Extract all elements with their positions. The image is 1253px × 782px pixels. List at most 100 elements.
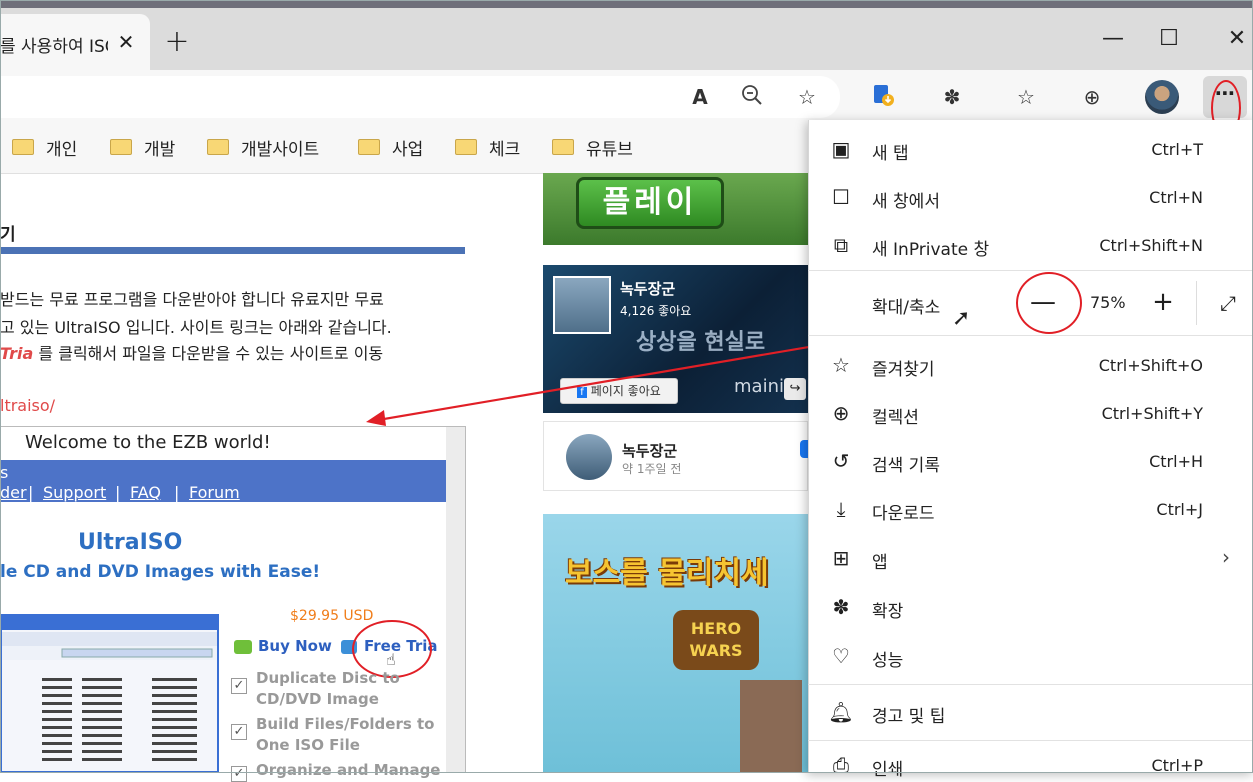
- product-tagline: le CD and DVD Images with Ease!: [0, 562, 321, 582]
- zoom-divider: [1196, 281, 1197, 325]
- fullscreen-button[interactable]: ⤢: [1213, 288, 1243, 318]
- annotation-circle-zoom: [1016, 272, 1082, 334]
- bookmark-folder[interactable]: 사업: [358, 134, 423, 160]
- site-nav-faq[interactable]: FAQ: [130, 483, 161, 502]
- profile-avatar[interactable]: [1145, 80, 1179, 114]
- menu-divider: [808, 740, 1253, 741]
- menu-shortcut: Ctrl+Shift+Y: [1101, 404, 1203, 423]
- buy-now-link[interactable]: Buy Now: [258, 637, 332, 655]
- inprivate-icon: ⧉: [833, 233, 849, 257]
- menu-label: 즐겨찾기: [872, 360, 935, 380]
- extensions-icon: ✽: [832, 595, 850, 619]
- bookmark-folder[interactable]: 체크: [455, 134, 520, 160]
- page-likes: 4,126 좋아요: [620, 304, 692, 318]
- app-screenshot: [0, 614, 219, 773]
- embedded-scrollbar: [446, 427, 465, 773]
- minimize-button[interactable]: —: [1098, 24, 1128, 54]
- tab-title[interactable]: 를 사용하여 ISO: [0, 32, 108, 57]
- menu-divider: [808, 270, 1253, 271]
- hero-wars-logo: HERO WARS: [673, 610, 759, 670]
- page-slogan: 상상을 현실로: [636, 330, 766, 355]
- new-tab-icon: ▣: [831, 137, 851, 161]
- mouse-pointer-icon: ➚: [952, 306, 971, 331]
- site-nav-partial: s: [0, 463, 9, 482]
- page-avatar[interactable]: [553, 276, 611, 334]
- folder-icon: [358, 139, 380, 155]
- collections-icon[interactable]: ⊕: [1077, 82, 1107, 112]
- menu-shortcut: Ctrl+T: [1151, 140, 1203, 159]
- menu-shortcut: Ctrl+P: [1151, 756, 1203, 775]
- checkbox-icon: ✓: [231, 766, 247, 782]
- zoom-out-icon[interactable]: [737, 82, 767, 112]
- chevron-right-icon: ›: [1222, 545, 1230, 569]
- folder-icon: [110, 139, 132, 155]
- read-aloud-icon[interactable]: A: [685, 82, 715, 112]
- tab-close-icon[interactable]: ✕: [116, 32, 136, 52]
- add-favorite-icon[interactable]: ☆: [792, 82, 822, 112]
- bookmark-folder[interactable]: 개발사이트: [207, 134, 319, 160]
- article-paragraph-line: 받드는 무료 프로그램을 다운받아야 합니다 유료지만 무료: [0, 290, 384, 309]
- site-nav-link[interactable]: der: [0, 483, 27, 502]
- menu-shortcut: Ctrl+J: [1156, 500, 1203, 519]
- close-window-button[interactable]: ✕: [1222, 24, 1252, 54]
- history-icon: ↺: [832, 449, 850, 473]
- share-icon[interactable]: ↪: [784, 378, 806, 400]
- bell-icon: 🔔︎: [828, 700, 854, 724]
- menu-label: 앱: [872, 553, 888, 573]
- extensions-icon[interactable]: ✽: [937, 82, 967, 112]
- article-heading: 기: [0, 225, 16, 245]
- collections-icon: ⊕: [832, 401, 850, 425]
- heading-underline: [0, 247, 465, 254]
- post-time: 약 1주일 전: [622, 462, 682, 476]
- emphasis-text: Tria: [0, 344, 34, 363]
- app-screenshot-titlebar: [0, 614, 219, 630]
- checkbox-icon: ✓: [231, 724, 247, 740]
- feature-text: Build Files/Folders to: [256, 715, 435, 733]
- bookmark-folder[interactable]: 개발: [110, 134, 175, 160]
- facebook-icon: f: [577, 387, 587, 398]
- menu-divider: [808, 684, 1253, 685]
- bookmark-folder[interactable]: 개인: [12, 134, 77, 160]
- game-tower-image: [740, 680, 802, 773]
- menu-label: 성능: [872, 651, 904, 671]
- menu-shortcut: Ctrl+Shift+N: [1099, 236, 1203, 255]
- post-author[interactable]: 녹두장군: [622, 440, 677, 461]
- feature-text: Duplicate Disc to: [256, 669, 400, 687]
- menu-label: 확장: [872, 602, 904, 622]
- product-title: UltraISO: [78, 530, 183, 555]
- menu-label: 컬렉션: [872, 408, 919, 428]
- menu-divider: [808, 335, 1253, 336]
- hand-cursor-icon: ☝: [386, 650, 396, 669]
- page-name[interactable]: 녹두장군: [620, 278, 675, 299]
- feature-text: One ISO File: [256, 736, 360, 754]
- site-welcome-text: Welcome to the EZB world!: [25, 432, 271, 453]
- download-extension-icon[interactable]: [868, 82, 898, 112]
- page-like-button[interactable]: f 페이지 좋아요: [560, 378, 678, 404]
- site-nav-support[interactable]: Support: [43, 483, 106, 502]
- folder-icon: [12, 139, 34, 155]
- folder-icon: [207, 139, 229, 155]
- bookmark-folder[interactable]: 유튜브: [552, 134, 633, 160]
- new-tab-button[interactable]: +: [163, 27, 191, 57]
- folder-icon: [552, 139, 574, 155]
- menu-label: 경고 및 팁: [872, 707, 946, 727]
- avatar[interactable]: [566, 434, 612, 480]
- download-icon: ⤓: [836, 497, 846, 521]
- feature-text: Organize and Manage: [256, 761, 441, 779]
- site-nav-forum[interactable]: Forum: [189, 483, 240, 502]
- new-window-icon: ☐: [832, 185, 850, 209]
- maximize-button[interactable]: ☐: [1154, 24, 1184, 54]
- article-paragraph-line: 고 있는 UltraISO 입니다. 사이트 링크는 아래와 같습니다.: [0, 318, 392, 337]
- play-button[interactable]: 플레이: [576, 177, 724, 229]
- checkbox-icon: ✓: [231, 678, 247, 694]
- menu-shortcut: Ctrl+N: [1149, 188, 1203, 207]
- favorites-icon[interactable]: ☆: [1011, 82, 1041, 112]
- article-link[interactable]: ltraiso/: [0, 396, 55, 415]
- product-price: $29.95 USD: [290, 608, 374, 624]
- menu-label: 새 탭: [872, 144, 909, 164]
- apps-icon: ⊞: [832, 546, 850, 570]
- game-ad-title: 보스를 물리치세: [565, 556, 769, 591]
- feature-text: CD/DVD Image: [256, 690, 379, 708]
- zoom-in-button[interactable]: +: [1148, 288, 1178, 318]
- article-paragraph-line: Tria 를 클릭해서 파일을 다운받을 수 있는 사이트로 이동: [0, 344, 384, 363]
